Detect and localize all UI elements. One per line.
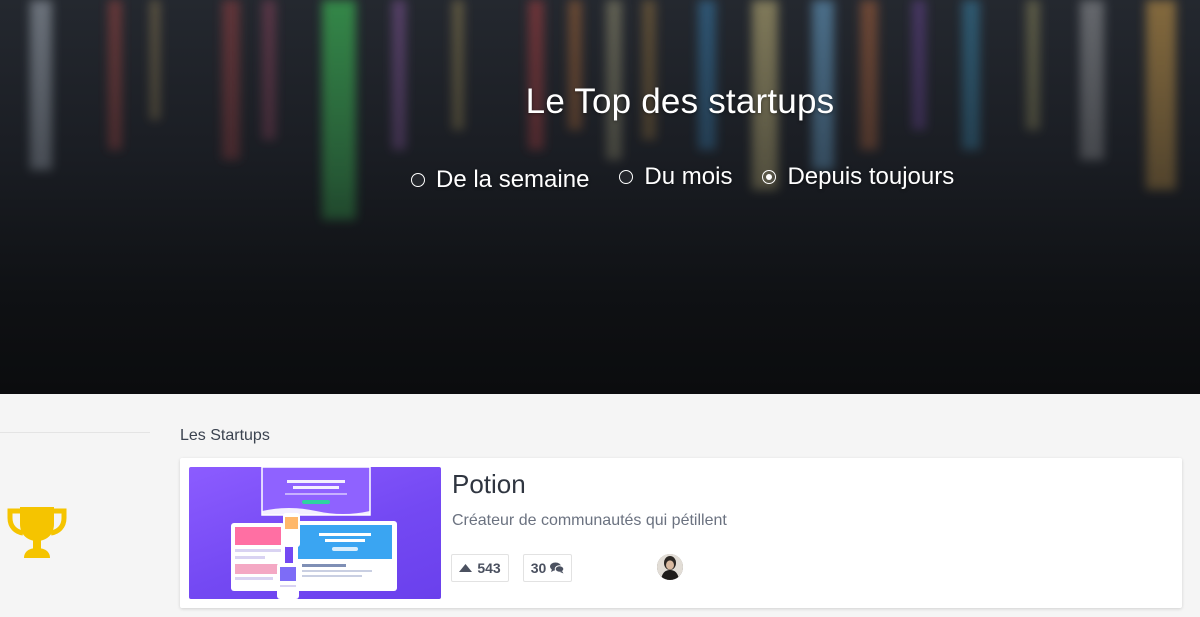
option-all-time[interactable]: Depuis toujours [762,163,954,191]
hero-banner: Le Top des startups De la semaine Du moi… [0,0,1200,394]
option-month-label: Du mois [644,163,733,190]
maker-avatar[interactable] [657,554,683,580]
thumbnail-mockup-image [231,467,397,599]
radio-week[interactable] [411,173,425,187]
startup-tagline: Créateur de communautés qui pétillent [452,512,727,529]
upvote-count: 543 [477,560,501,576]
option-month[interactable]: Du mois [619,163,732,191]
comment-count: 30 [530,560,547,576]
trophy-icon [7,507,67,558]
comments-button[interactable]: 30 [523,554,572,582]
startup-card[interactable]: Potion Créateur de communautés qui pétil… [180,458,1182,608]
period-filter: De la semaine Du mois Depuis toujours [411,160,954,194]
main-content: Les Startups Potion Créateur de communau… [0,394,1200,617]
hero-background-image [30,0,1176,220]
option-week-label: De la semaine [436,166,590,193]
radio-all-time[interactable] [762,170,777,184]
page-title: Le Top des startups [525,82,835,121]
upvote-button[interactable]: 543 [451,554,509,582]
comments-icon [550,562,565,574]
triangle-up-icon [459,564,473,572]
section-title: Les Startups [180,427,270,444]
startup-thumbnail[interactable] [189,467,441,599]
radio-month[interactable] [619,170,634,184]
sidebar-divider [0,432,150,433]
startup-name[interactable]: Potion [452,469,526,500]
option-all-time-label: Depuis toujours [787,163,955,190]
option-week[interactable]: De la semaine [411,166,589,194]
